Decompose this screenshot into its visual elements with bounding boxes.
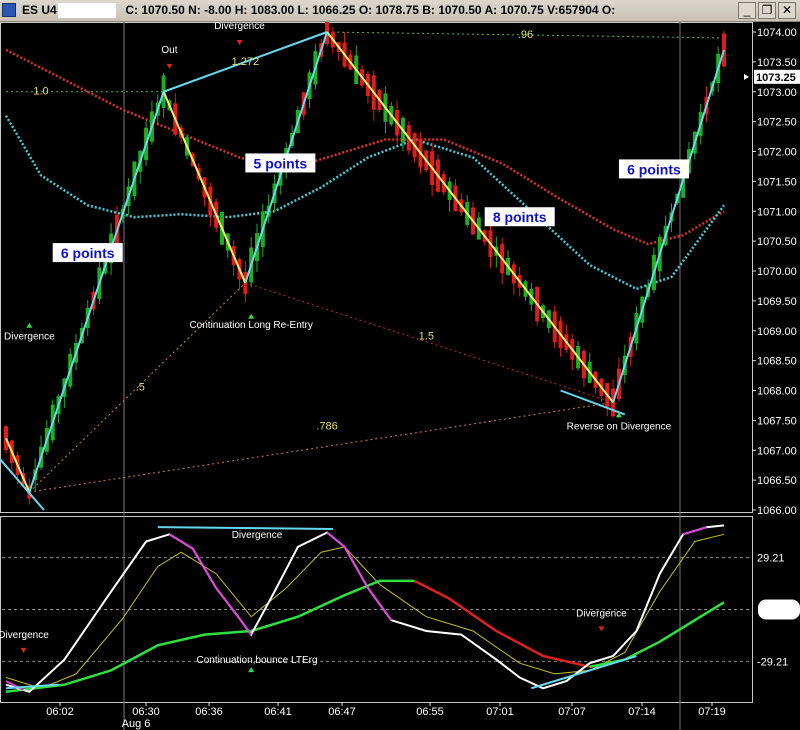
annotation-label: .5 — [136, 382, 145, 394]
price-tick-label: 1069.00 — [757, 326, 797, 338]
time-tick-label: 07:01 — [486, 706, 514, 718]
oscillator-annotation: Continuation,bounce LTErg — [197, 655, 318, 666]
time-tick-label: 06:47 — [328, 706, 356, 718]
app-icon — [2, 3, 16, 17]
annotation-label: 5 points — [254, 155, 308, 171]
price-tick-label: 1067.00 — [757, 445, 797, 457]
price-tick-label: 1070.50 — [757, 236, 797, 248]
time-tick-label: 06:55 — [416, 706, 444, 718]
annotation-label: 6 points — [627, 161, 681, 177]
time-tick-label: 06:02 — [46, 706, 74, 718]
symbol-label: ES U4 — [22, 3, 57, 17]
price-tick-label: 1067.50 — [757, 415, 797, 427]
time-tick-label: 07:07 — [558, 706, 586, 718]
time-tick-label: 06:36 — [195, 706, 223, 718]
current-price-label: 1073.25 — [756, 72, 796, 84]
annotation-label: Divergence — [4, 332, 55, 343]
close-button[interactable]: ✕ — [778, 2, 796, 19]
annotation-label: 1.5 — [419, 331, 434, 343]
price-tick-label: 1072.50 — [757, 117, 797, 129]
date-label: Aug 6 — [122, 718, 151, 730]
annotation-label: .96 — [518, 29, 533, 41]
price-tick-label: 1073.50 — [757, 57, 797, 69]
time-tick-label: 07:19 — [698, 706, 726, 718]
price-tick-label: 1068.50 — [757, 356, 797, 368]
price-tick-label: 1073.00 — [757, 87, 797, 99]
quote-readout: C: 1070.50 N: -8.00 H: 1083.00 L: 1066.2… — [125, 3, 616, 17]
oscillator-tick-label: -29.21 — [757, 656, 788, 668]
minimize-button[interactable]: _ — [738, 2, 756, 19]
oscillator-annotation: Divergence — [0, 630, 49, 641]
price-tick-label: 1070.00 — [757, 266, 797, 278]
chart-area[interactable]: 6 points 5 points 8 points 6 points Divergen… — [0, 22, 800, 730]
time-tick-label: 06:41 — [264, 706, 292, 718]
price-tick-label: 1072.00 — [757, 147, 797, 159]
price-tick-label: 1071.50 — [757, 176, 797, 188]
price-tick-label: 1066.50 — [757, 475, 797, 487]
time-tick-label: 07:14 — [628, 706, 656, 718]
annotation-label: .786 — [316, 420, 337, 432]
price-tick-label: 1069.50 — [757, 296, 797, 308]
annotation-label: 6 points — [61, 245, 115, 261]
window-titlebar: ES U4 C: 1070.50 N: -8.00 H: 1083.00 L: … — [0, 0, 800, 22]
annotation-label: 1.272 — [232, 56, 260, 68]
time-tick-label: 06:30 — [132, 706, 160, 718]
annotation-label: 1.0 — [33, 86, 48, 98]
oscillator-tick-label: 29.21 — [757, 553, 785, 565]
annotation-label: Reverse on Divergence — [567, 421, 672, 432]
price-tick-label: 1074.00 — [757, 27, 797, 39]
annotation-label: Divergence — [214, 22, 265, 32]
annotation-label: Out — [161, 45, 177, 56]
annotation-label: Continuation Long Re-Entry — [189, 320, 312, 331]
redaction-mask — [58, 3, 116, 18]
price-tick-label: 1071.00 — [757, 206, 797, 218]
price-tick-label: 1066.00 — [757, 505, 797, 517]
oscillator-annotation: Divergence — [232, 530, 283, 541]
redaction-blob — [758, 599, 800, 620]
annotation-label: 8 points — [493, 209, 547, 225]
price-tick-label: 1068.00 — [757, 386, 797, 398]
restore-button[interactable]: ❐ — [758, 2, 776, 19]
oscillator-annotation: Divergence — [576, 609, 627, 620]
